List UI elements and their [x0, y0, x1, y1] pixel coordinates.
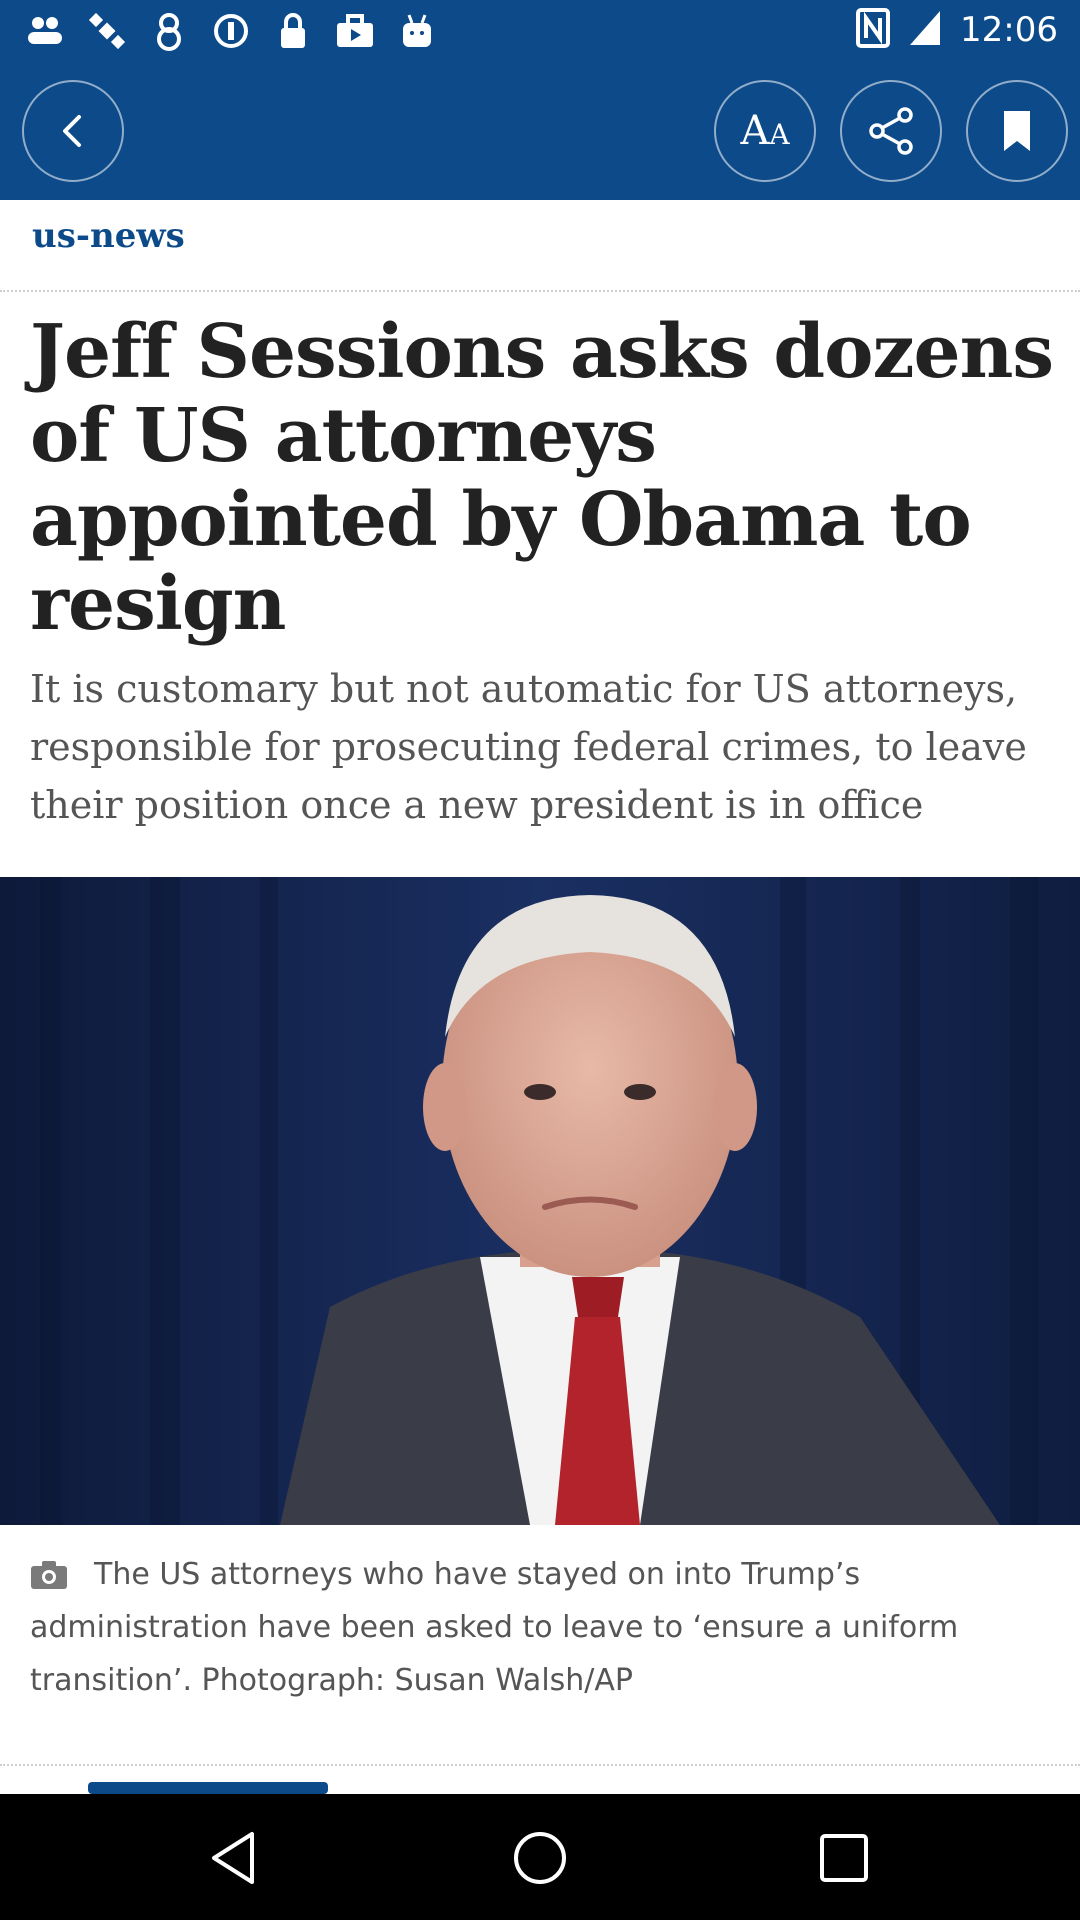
text-size-button[interactable]: AA	[714, 80, 816, 182]
section-label[interactable]: us-news	[32, 216, 185, 256]
divider	[0, 290, 1080, 292]
briefcase-icon	[334, 10, 376, 52]
app-toolbar: AA	[0, 64, 1080, 200]
nav-recent-button[interactable]	[804, 1818, 884, 1898]
share-button[interactable]	[840, 80, 942, 182]
nav-back-icon	[212, 1832, 254, 1884]
lock-icon	[272, 10, 314, 52]
caption-text: The US attorneys who have stayed on into…	[30, 1557, 959, 1698]
signal-icon	[908, 9, 942, 51]
next-section-peek	[88, 1782, 328, 1794]
satellite-icon	[86, 10, 128, 52]
status-right: 12:06	[856, 8, 1058, 52]
data-saver-icon	[210, 10, 252, 52]
alarm-icon	[148, 10, 190, 52]
nav-home-icon	[514, 1832, 566, 1884]
article-headline: Jeff Sessions asks dozens of US attorney…	[30, 309, 1054, 647]
status-icons	[24, 10, 438, 52]
back-button[interactable]	[22, 80, 124, 182]
bookmark-icon	[1004, 111, 1030, 151]
camera-icon	[31, 1561, 67, 1589]
photo-caption: The US attorneys who have stayed on into…	[30, 1548, 1040, 1707]
bookmark-button[interactable]	[966, 80, 1068, 182]
nfc-icon	[856, 8, 891, 52]
share-icon	[869, 107, 913, 155]
nav-back-button[interactable]	[196, 1818, 276, 1898]
nav-home-button[interactable]	[500, 1818, 580, 1898]
back-arrow-icon	[63, 115, 81, 147]
article-photo[interactable]	[0, 877, 1080, 1525]
android-icon	[396, 10, 438, 52]
system-nav-bar	[0, 1794, 1080, 1920]
divider	[0, 1764, 1080, 1766]
article-standfirst: It is customary but not automatic for US…	[30, 667, 1027, 827]
people-icon	[24, 10, 66, 52]
nav-recent-icon	[820, 1834, 868, 1882]
status-bar: 12:06	[0, 0, 1080, 64]
status-time: 12:06	[960, 10, 1058, 50]
text-size-icon: AA	[740, 108, 790, 154]
